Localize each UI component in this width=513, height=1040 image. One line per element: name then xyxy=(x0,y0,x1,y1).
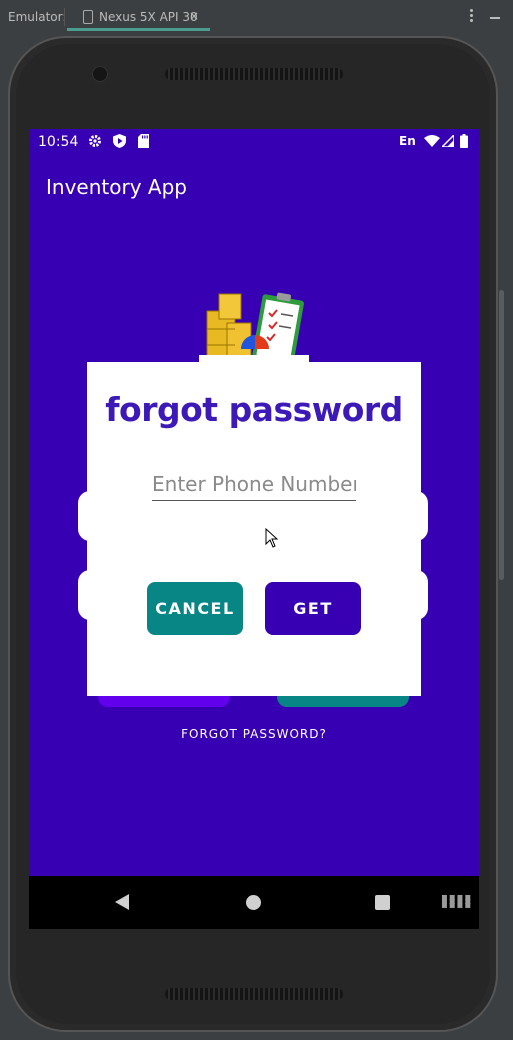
emulator-toolbar: Emulator: Nexus 5X API 30 × xyxy=(0,0,513,34)
forgot-password-dialog: forgot password CANCEL GET xyxy=(87,362,421,696)
front-camera xyxy=(92,66,108,82)
forgot-password-link[interactable]: FORGOT PASSWORD? xyxy=(159,719,349,759)
sd-card-icon xyxy=(138,134,149,152)
scrollbar[interactable] xyxy=(499,290,504,580)
device-icon xyxy=(83,10,93,24)
home-icon[interactable] xyxy=(246,895,261,910)
toolbar-divider xyxy=(64,8,65,26)
more-options-icon[interactable] xyxy=(466,9,476,24)
emulator-label: Emulator: xyxy=(8,10,67,24)
back-icon[interactable] xyxy=(115,894,129,910)
status-time: 10:54 xyxy=(38,134,79,150)
device-screen: 10:54 En Inventory App FORGOT PASSWORD? … xyxy=(29,129,479,929)
battery-icon xyxy=(460,134,468,152)
active-tab-indicator xyxy=(67,28,210,31)
inventory-logo-icon xyxy=(199,292,309,369)
recent-apps-icon[interactable] xyxy=(375,895,390,910)
dialog-title: forgot password xyxy=(105,390,403,429)
bottom-speaker xyxy=(165,988,343,1000)
minimize-icon[interactable] xyxy=(490,17,500,19)
keyboard-icon[interactable]: ▪▪▪▪ ▪▪▪▪ ▪▪▪▪ xyxy=(441,893,472,911)
device-tab[interactable]: Nexus 5X API 30 × xyxy=(67,0,210,34)
device-tab-label: Nexus 5X API 30 xyxy=(99,10,198,24)
app-title: Inventory App xyxy=(46,175,187,199)
language-indicator: En xyxy=(399,134,416,148)
shield-play-icon xyxy=(113,134,126,152)
mouse-cursor-icon xyxy=(265,528,279,548)
navigation-bar: ▪▪▪▪ ▪▪▪▪ ▪▪▪▪ xyxy=(29,876,479,929)
wifi-icon xyxy=(424,135,440,151)
cancel-button[interactable]: CANCEL xyxy=(147,582,243,635)
get-button[interactable]: GET xyxy=(265,582,361,635)
settings-icon xyxy=(88,134,102,152)
close-tab-icon[interactable]: × xyxy=(189,9,199,23)
status-bar: 10:54 En xyxy=(29,129,479,155)
signal-icon xyxy=(440,133,455,151)
top-speaker xyxy=(165,68,343,80)
phone-number-input[interactable] xyxy=(152,468,356,501)
